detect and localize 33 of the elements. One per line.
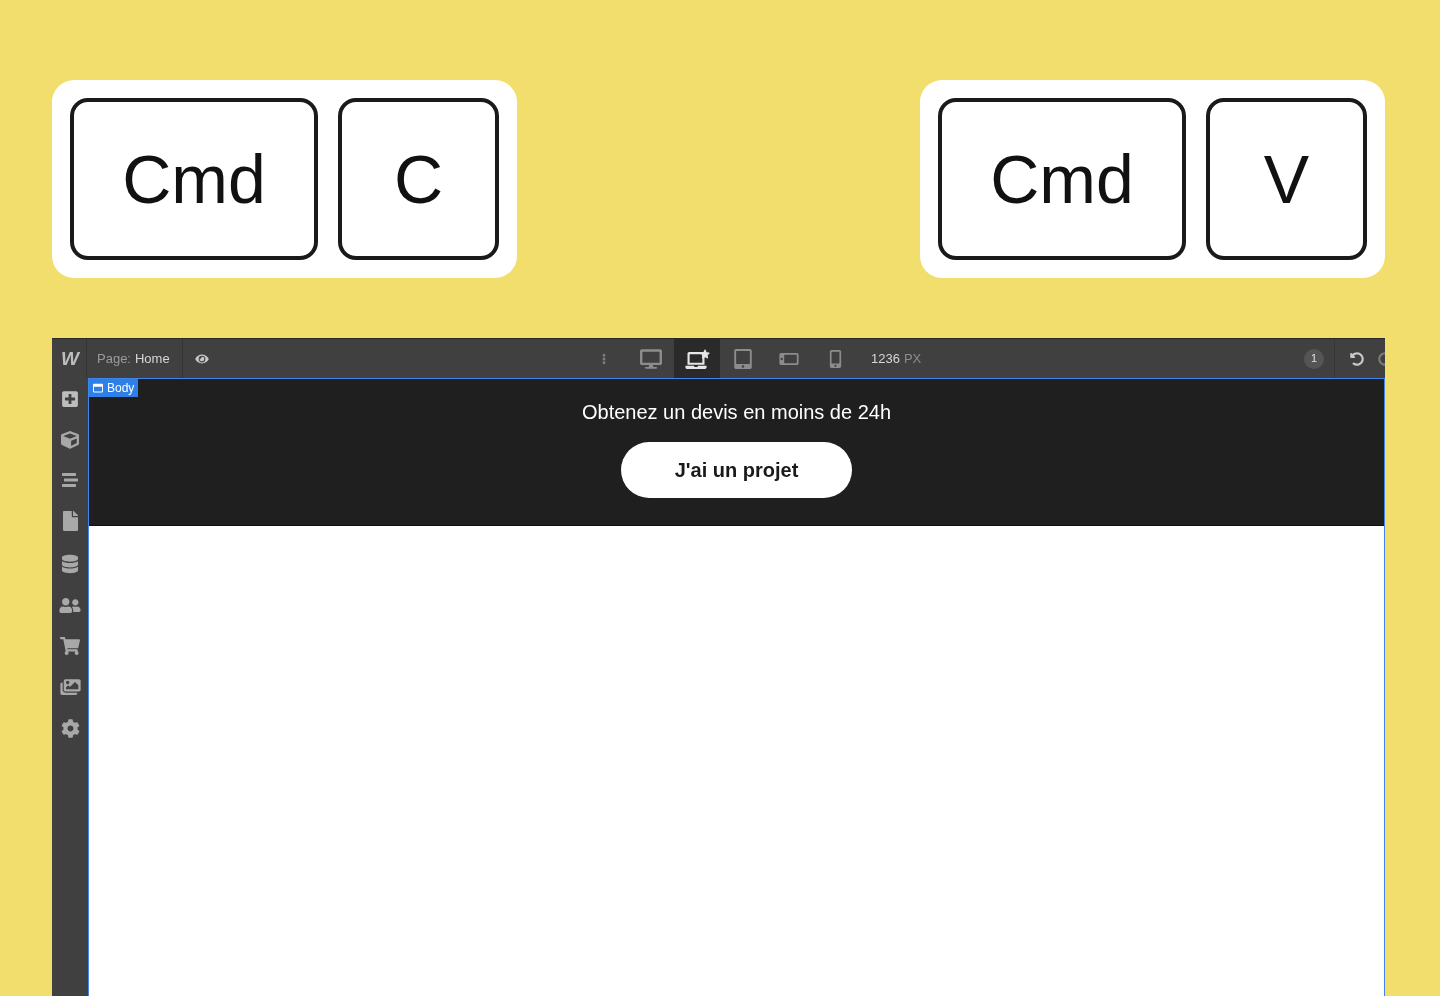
redo-icon[interactable] bbox=[1378, 351, 1385, 366]
page-label: Page: bbox=[97, 349, 131, 368]
document-icon[interactable] bbox=[62, 511, 78, 531]
project-button[interactable]: J'ai un projet bbox=[621, 442, 852, 498]
preview-eye-icon[interactable] bbox=[195, 352, 209, 365]
undo-icon[interactable] bbox=[1350, 351, 1364, 366]
vertical-dots-icon bbox=[602, 351, 606, 366]
canvas-width-unit: PX bbox=[903, 349, 922, 368]
desktop-icon bbox=[640, 348, 662, 369]
keyboard-key: C bbox=[338, 98, 499, 260]
keyboard-key: Cmd bbox=[70, 98, 318, 260]
laptop-star-icon bbox=[684, 348, 710, 369]
keyboard-key: Cmd bbox=[938, 98, 1186, 260]
images-icon[interactable] bbox=[59, 678, 81, 696]
selection-tag-label: Body bbox=[107, 380, 135, 397]
cube-icon[interactable] bbox=[61, 431, 79, 449]
phone-icon bbox=[828, 349, 842, 368]
device-button[interactable] bbox=[674, 339, 720, 378]
phone-landscape-icon bbox=[779, 352, 799, 365]
page-name[interactable]: Home bbox=[135, 348, 170, 369]
keyboard-key: V bbox=[1206, 98, 1367, 260]
indented-lines-icon[interactable] bbox=[60, 472, 80, 488]
add-icon[interactable] bbox=[61, 390, 79, 408]
window-icon bbox=[93, 383, 103, 393]
section-heading: Obtenez un devis en moins de 24h bbox=[581, 400, 892, 424]
tablet-icon bbox=[734, 348, 752, 369]
app-logo[interactable]: W bbox=[61, 349, 77, 368]
canvas-width-value: 1236 bbox=[871, 349, 900, 368]
cart-icon[interactable] bbox=[60, 637, 80, 655]
database-icon[interactable] bbox=[62, 554, 78, 574]
settings-icon[interactable] bbox=[60, 719, 80, 738]
count-badge[interactable]: 1 bbox=[1304, 348, 1324, 369]
users-icon[interactable] bbox=[59, 597, 81, 614]
